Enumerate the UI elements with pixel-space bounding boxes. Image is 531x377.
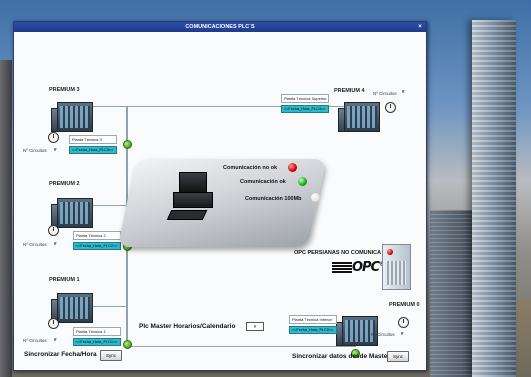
plc4-rack[interactable]: [338, 96, 380, 132]
plc0-rack[interactable]: [336, 310, 378, 346]
led-white-icon: [311, 193, 320, 202]
plc2-circuitos-value: #: [54, 241, 57, 246]
communications-window: COMUNICACIONES PLC´S × PREMIUM 3 Nº Circ…: [13, 21, 427, 371]
plc2-area-field: Planta Técnica 2: [73, 231, 121, 240]
status-node-p1: [123, 340, 132, 349]
sync-datetime-button[interactable]: Sync: [100, 350, 122, 361]
plc4-circuitos-label: Nº Circuitos: [373, 91, 397, 96]
plc2-info: Planta Técnica 2 <<Fecha_Hora_PLC2>>: [73, 231, 121, 250]
bus-line-bottom: [126, 346, 356, 347]
plc0-clock-icon[interactable]: [398, 317, 409, 328]
sync-master-label: Sincronizar datos desde Master: [292, 353, 390, 360]
plc3-title: PREMIUM 3: [49, 87, 80, 93]
plc0-circuitos-value: #: [401, 331, 404, 336]
plc0-title: PREMIUM 0: [389, 302, 420, 308]
led-red-icon: [288, 163, 297, 172]
window-title: COMUNICACIONES PLC´S: [185, 24, 255, 30]
plc1-info: Planta Técnica 1 <<Fecha_Hora_PLC1>>: [73, 327, 121, 346]
plc4-info: Planta Técnica Superior <<Fecha_Hora_PLC…: [281, 94, 329, 113]
legend-100mb-label: Comunicación 100Mb: [245, 196, 302, 202]
legend-no-ok-label: Comunicación no ok: [223, 165, 278, 171]
plc3-rack[interactable]: [51, 96, 93, 132]
plc3-clock-icon[interactable]: [48, 132, 59, 143]
close-icon[interactable]: ×: [416, 23, 424, 31]
plc4-title: PREMIUM 4: [334, 88, 365, 94]
plc1-rack[interactable]: [51, 287, 93, 323]
plc2-date-field: <<Fecha_Hora_PLC2>>: [73, 242, 121, 250]
plc2-title: PREMIUM 2: [49, 181, 80, 187]
plc0-info: Planta Técnica Inferior <<Fecha_Hora_PLC…: [289, 315, 337, 334]
sync-master-button[interactable]: Sync: [387, 351, 409, 362]
plc4-area-field: Planta Técnica Superior: [281, 94, 329, 103]
plc2-clock-icon[interactable]: [48, 225, 59, 236]
plc3-circuitos-value: #: [54, 147, 57, 152]
plc1-area-field: Planta Técnica 1: [73, 327, 121, 336]
plc4-circuitos-value: #: [402, 89, 405, 94]
plc1-clock-icon[interactable]: [48, 318, 59, 329]
plc1-date-field: <<Fecha_Hora_PLC1>>: [73, 338, 121, 346]
plc0-date-field: <<Fecha_Hora_PLC0>>: [289, 326, 337, 334]
building-left: [0, 60, 12, 377]
master-platform: [117, 159, 327, 247]
plc4-date-field: <<Fecha_Hora_PLC4>>: [281, 105, 329, 113]
building-mid: [430, 210, 475, 377]
plc0-area-field: Planta Técnica Inferior: [289, 315, 337, 324]
plc3-info: Planta Técnica 3 <<Fecha_Hora_PLC3>>: [69, 135, 117, 154]
opc-server-icon[interactable]: [382, 244, 411, 290]
plc3-circuitos-label: Nº Circuitos: [23, 148, 47, 153]
led-green-icon: [298, 177, 307, 186]
plc2-rack[interactable]: [51, 192, 93, 228]
master-value-field[interactable]: #: [246, 322, 264, 331]
master-label: Plc Master Horarios/Calendario: [139, 323, 236, 330]
plc3-area-field: Planta Técnica 3: [69, 135, 117, 144]
opc-logo: OPC®: [332, 260, 384, 275]
opc-status-label: OPC PERSIANAS NO COMUNICA: [294, 250, 382, 256]
plc1-circuitos-label: Nº Circuitos: [23, 338, 47, 343]
master-pc-icon[interactable]: [166, 172, 219, 227]
network-diagram: PREMIUM 3 Nº Circuitos # Planta Técnica …: [14, 32, 426, 370]
plc2-circuitos-label: Nº Circuitos: [23, 242, 47, 247]
window-titlebar: COMUNICACIONES PLC´S ×: [14, 22, 426, 32]
plc3-date-field: <<Fecha_Hora_PLC3>>: [69, 146, 117, 154]
opc-logo-text: OPC: [352, 260, 380, 275]
plc4-clock-icon[interactable]: [385, 102, 396, 113]
sync-datetime-label: Sincronizar Fecha/Hora: [24, 351, 97, 358]
status-node-p3: [123, 140, 132, 149]
plc0-circuitos-label: Nº Circuitos: [371, 332, 395, 337]
building-tower: [472, 20, 516, 377]
plc1-circuitos-value: #: [54, 337, 57, 342]
legend-ok-label: Comunicación ok: [240, 179, 286, 185]
plc1-title: PREMIUM 1: [49, 277, 80, 283]
